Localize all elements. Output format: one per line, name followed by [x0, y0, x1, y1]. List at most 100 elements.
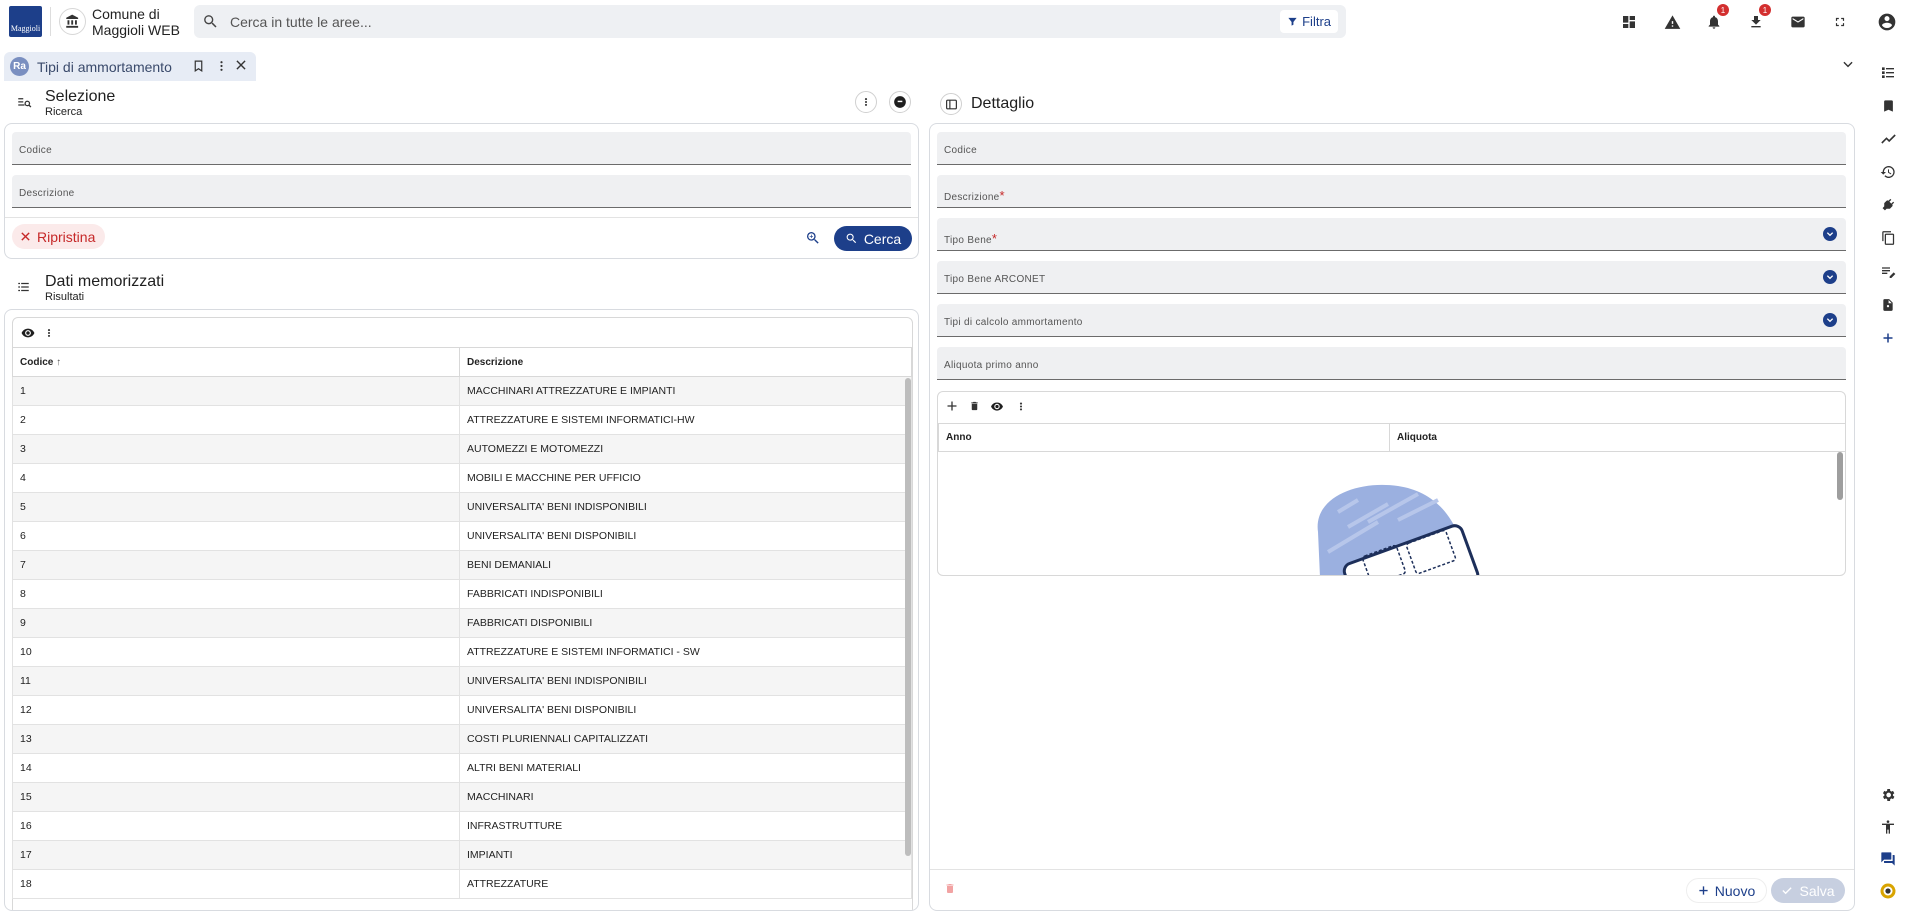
results-table-body: 1 MACCHINARI ATTREZZATURE E IMPIANTI 2 ATTR… [12, 376, 912, 899]
collapse-panel-button[interactable] [889, 91, 911, 113]
more-vertical-icon[interactable] [215, 59, 228, 73]
reset-button[interactable]: Ripristina [12, 224, 106, 249]
bookmarks-button[interactable] [1878, 96, 1898, 116]
plugins-button[interactable] [1878, 195, 1898, 215]
bookmark-icon[interactable] [192, 59, 205, 73]
table-row[interactable]: 12 UNIVERSALITA' BENI DISPONIBILI [12, 695, 912, 725]
dashboard-icon [1623, 16, 1635, 28]
table-row[interactable]: 3 AUTOMEZZI E MOTOMEZZI [12, 434, 912, 464]
download-icon [1751, 16, 1761, 28]
aliquote-scrollbar[interactable] [1837, 452, 1843, 500]
warning-button[interactable] [1660, 10, 1684, 34]
notifications-button[interactable]: 1 [1702, 4, 1729, 34]
table-row[interactable]: 16 INFRASTRUTTURE [12, 811, 912, 841]
chat-button[interactable] [1878, 849, 1898, 869]
trash-icon [946, 884, 954, 893]
column-header-descrizione[interactable]: Descrizione [459, 347, 912, 377]
chevron-down-icon[interactable] [1841, 57, 1855, 71]
add-row-button[interactable] [946, 400, 958, 412]
advanced-search-button[interactable] [805, 230, 821, 246]
dropdown-icon[interactable] [1823, 227, 1837, 241]
chevron-down-icon [1826, 232, 1834, 237]
close-icon [21, 232, 30, 241]
tab-bar: Ra Tipi di ammortamento [0, 52, 1864, 82]
table-row[interactable]: 4 MOBILI E MACCHINE PER UFFICIO [12, 463, 912, 493]
eye-icon [21, 328, 35, 338]
maggioli-logo[interactable]: Maggioli [9, 6, 42, 37]
fullscreen-button[interactable] [1828, 10, 1852, 34]
detail-codice-field[interactable]: Codice [937, 132, 1846, 165]
list-view-button[interactable] [1878, 62, 1898, 82]
table-row[interactable]: 5 UNIVERSALITA' BENI INDISPONIBILI [12, 492, 912, 522]
cell-descrizione: UNIVERSALITA' BENI INDISPONIBILI [459, 492, 912, 522]
table-row[interactable]: 1 MACCHINARI ATTREZZATURE E IMPIANTI [12, 376, 912, 406]
right-sidebar [1868, 52, 1908, 915]
table-row[interactable]: 13 COSTI PLURIENNALI CAPITALIZZATI [12, 724, 912, 754]
search-button[interactable]: Cerca [834, 226, 912, 251]
add-shortcut-button[interactable] [1878, 328, 1898, 348]
detail-tipo-bene-arconet-select[interactable]: Tipo Bene ARCONET [937, 261, 1846, 294]
trending-button[interactable] [1878, 129, 1898, 149]
user-account-button[interactable] [1875, 10, 1899, 34]
results-scrollbar[interactable] [905, 378, 911, 856]
support-icon [1880, 883, 1896, 899]
filter-descrizione-field[interactable]: Descrizione [12, 175, 911, 208]
save-button[interactable]: Salva [1771, 878, 1845, 903]
support-button[interactable] [1878, 881, 1898, 901]
copy-button[interactable] [1878, 228, 1898, 248]
grid-more-button[interactable] [44, 326, 54, 340]
cell-codice: 7 [12, 550, 460, 580]
table-row[interactable]: 10 ATTREZZATURE E SISTEMI INFORMATICI - S… [12, 637, 912, 667]
messages-button[interactable] [1786, 10, 1810, 34]
table-row[interactable]: 8 FABBRICATI INDISPONIBILI [12, 579, 912, 609]
grid-more-button[interactable] [1016, 400, 1026, 413]
downloads-button[interactable]: 1 [1744, 4, 1771, 34]
history-button[interactable] [1878, 162, 1898, 182]
table-row[interactable]: 14 ALTRI BENI MATERIALI [12, 753, 912, 783]
dropdown-icon[interactable] [1823, 270, 1837, 284]
column-header-aliquota[interactable]: Aliquota [1389, 423, 1845, 452]
global-search-input[interactable] [230, 5, 1230, 38]
dashboard-button[interactable] [1617, 10, 1641, 34]
home-button[interactable] [59, 8, 86, 35]
detail-tipo-bene-select[interactable]: Tipo Bene* [937, 218, 1846, 251]
table-row[interactable]: 6 UNIVERSALITA' BENI DISPONIBILI [12, 521, 912, 551]
settings-button[interactable] [1878, 785, 1898, 805]
delete-record-button[interactable] [944, 882, 956, 895]
table-row[interactable]: 9 FABBRICATI DISPONIBILI [12, 608, 912, 638]
column-header-descrizione-label: Descrizione [467, 356, 524, 368]
filter-codice-field[interactable]: Codice [12, 132, 911, 165]
table-row[interactable]: 15 MACCHINARI [12, 782, 912, 812]
detail-tipi-calcolo-select[interactable]: Tipi di calcolo ammortamento [937, 304, 1846, 337]
dropdown-icon[interactable] [1823, 313, 1837, 327]
detail-aliquota-primo-anno-field[interactable]: Aliquota primo anno [937, 347, 1846, 380]
detail-codice-label: Codice [944, 145, 977, 156]
edit-document-button[interactable] [1878, 262, 1898, 282]
table-row[interactable]: 7 BENI DEMANIALI [12, 550, 912, 580]
aliquote-table: Anno Aliquota [938, 423, 1845, 452]
column-visibility-button[interactable] [990, 400, 1004, 413]
filter-button[interactable]: Filtra [1280, 10, 1338, 33]
close-icon[interactable] [234, 58, 248, 72]
column-header-codice[interactable]: Codice ↑ [12, 347, 460, 377]
table-row[interactable]: 18 ATTREZZATURE [12, 869, 912, 899]
cell-descrizione: MACCHINARI ATTREZZATURE E IMPIANTI [459, 376, 912, 406]
tab-tipi-ammortamento[interactable]: Ra Tipi di ammortamento [4, 52, 256, 81]
table-row[interactable]: 17 IMPIANTI [12, 840, 912, 870]
accessibility-button[interactable] [1878, 817, 1898, 837]
plus-icon [1883, 333, 1893, 343]
new-button[interactable]: Nuovo [1686, 878, 1767, 903]
detail-descrizione-label: Descrizione* [944, 188, 1005, 203]
cell-descrizione: UNIVERSALITA' BENI DISPONIBILI [459, 521, 912, 551]
cell-codice: 6 [12, 521, 460, 551]
filter-icon [1288, 17, 1297, 26]
toggle-panel-button[interactable] [940, 93, 962, 115]
column-visibility-button[interactable] [21, 326, 35, 340]
column-header-anno[interactable]: Anno [938, 423, 1390, 452]
detail-descrizione-field[interactable]: Descrizione* [937, 175, 1846, 208]
table-row[interactable]: 11 UNIVERSALITA' BENI INDISPONIBILI [12, 666, 912, 696]
selezione-more-button[interactable] [855, 91, 877, 113]
delete-row-button[interactable] [969, 400, 980, 412]
document-settings-button[interactable] [1878, 295, 1898, 315]
table-row[interactable]: 2 ATTREZZATURE E SISTEMI INFORMATICI-HW [12, 405, 912, 435]
